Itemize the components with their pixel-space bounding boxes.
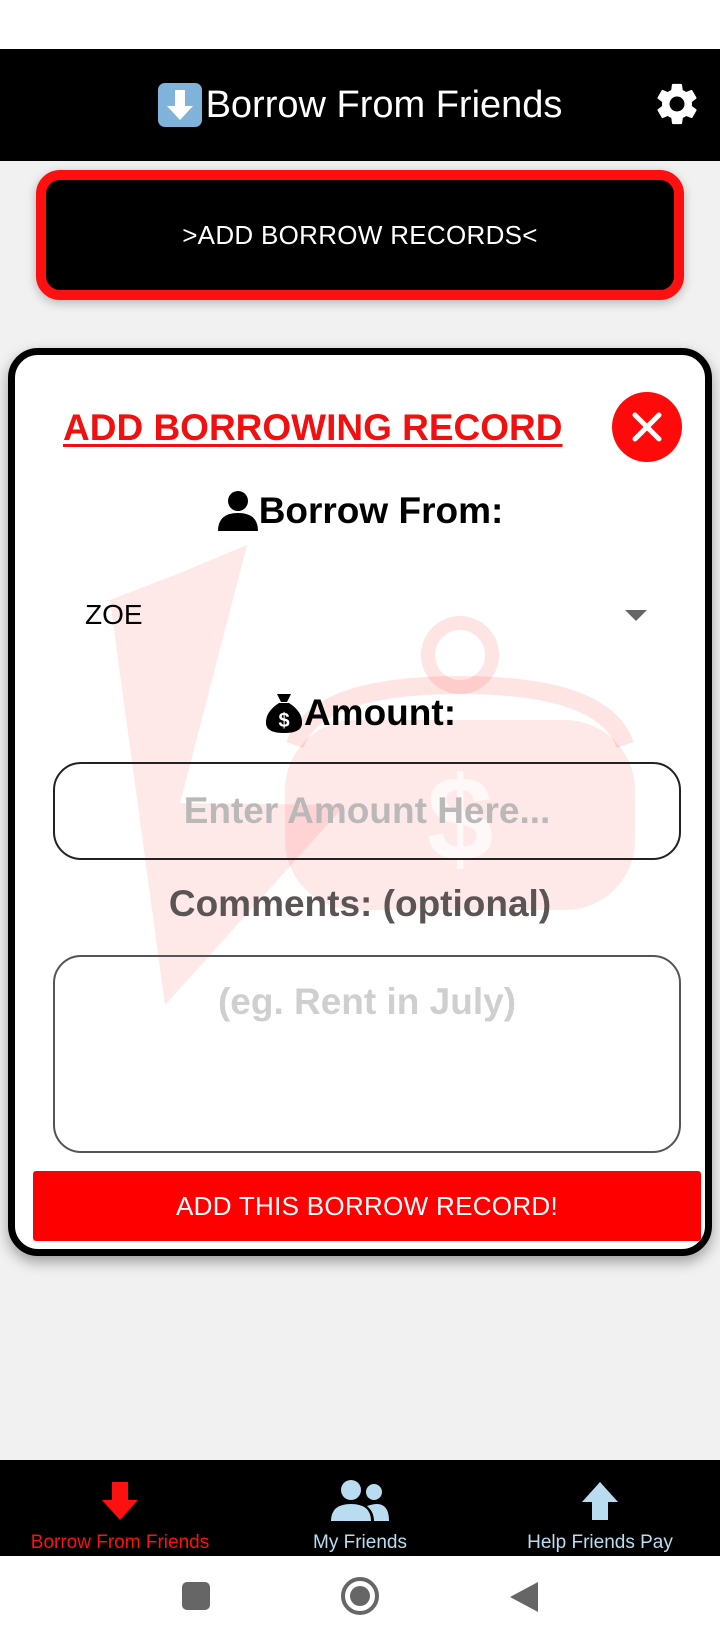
arrow-down-icon xyxy=(102,1482,138,1520)
add-borrow-record-button[interactable]: ADD THIS BORROW RECORD! xyxy=(33,1171,701,1241)
page-title: Borrow From Friends xyxy=(157,83,563,127)
recents-icon[interactable] xyxy=(180,1580,212,1612)
add-borrow-record-label: ADD THIS BORROW RECORD! xyxy=(176,1190,558,1221)
system-navigation-bar xyxy=(0,1556,720,1650)
close-icon xyxy=(632,412,662,442)
status-bar xyxy=(0,0,720,49)
user-icon xyxy=(217,491,258,531)
amount-text: Amount: xyxy=(303,692,457,733)
nav-label: My Friends xyxy=(313,1532,407,1553)
comments-label: Comments: (optional) xyxy=(168,883,552,924)
app-header: Borrow From Friends xyxy=(0,49,720,161)
nav-label: Borrow From Friends xyxy=(30,1532,210,1553)
svg-text:$: $ xyxy=(278,710,289,732)
back-icon[interactable] xyxy=(508,1580,540,1614)
close-button[interactable] xyxy=(612,392,682,462)
nav-help-friends-pay[interactable]: Help Friends Pay xyxy=(480,1460,720,1556)
money-bag-icon: $ xyxy=(265,694,303,733)
nav-borrow-from-friends[interactable]: Borrow From Friends xyxy=(0,1460,240,1556)
friend-select[interactable]: ZOE xyxy=(51,585,671,645)
add-borrowing-record-dialog: $ ADD BORROWING RECORD Borrow From: ZOE … xyxy=(8,348,712,1256)
arrow-down-emoji-icon xyxy=(157,83,202,127)
comments-input[interactable] xyxy=(53,955,681,1153)
home-icon[interactable] xyxy=(340,1576,380,1616)
chevron-down-icon xyxy=(625,609,647,621)
friend-selected-value: ZOE xyxy=(85,599,143,630)
gear-icon[interactable] xyxy=(652,79,702,129)
page-title-text: Borrow From Friends xyxy=(205,83,563,126)
nav-my-friends[interactable]: My Friends xyxy=(240,1460,480,1556)
add-borrow-records-label: >ADD BORROW RECORDS< xyxy=(182,219,538,250)
dialog-title: ADD BORROWING RECORD xyxy=(63,407,563,448)
users-icon xyxy=(331,1480,389,1521)
nav-label: Help Friends Pay xyxy=(527,1532,673,1553)
add-borrow-records-button[interactable]: >ADD BORROW RECORDS< xyxy=(36,170,684,300)
amount-input[interactable] xyxy=(53,762,681,860)
amount-label: $ Amount: xyxy=(15,692,705,734)
arrow-up-icon xyxy=(582,1482,618,1520)
borrow-from-label: Borrow From: xyxy=(15,490,705,532)
borrow-from-text: Borrow From: xyxy=(258,490,504,531)
bottom-navigation: Borrow From Friends My Friends Help Frie… xyxy=(0,1460,720,1556)
